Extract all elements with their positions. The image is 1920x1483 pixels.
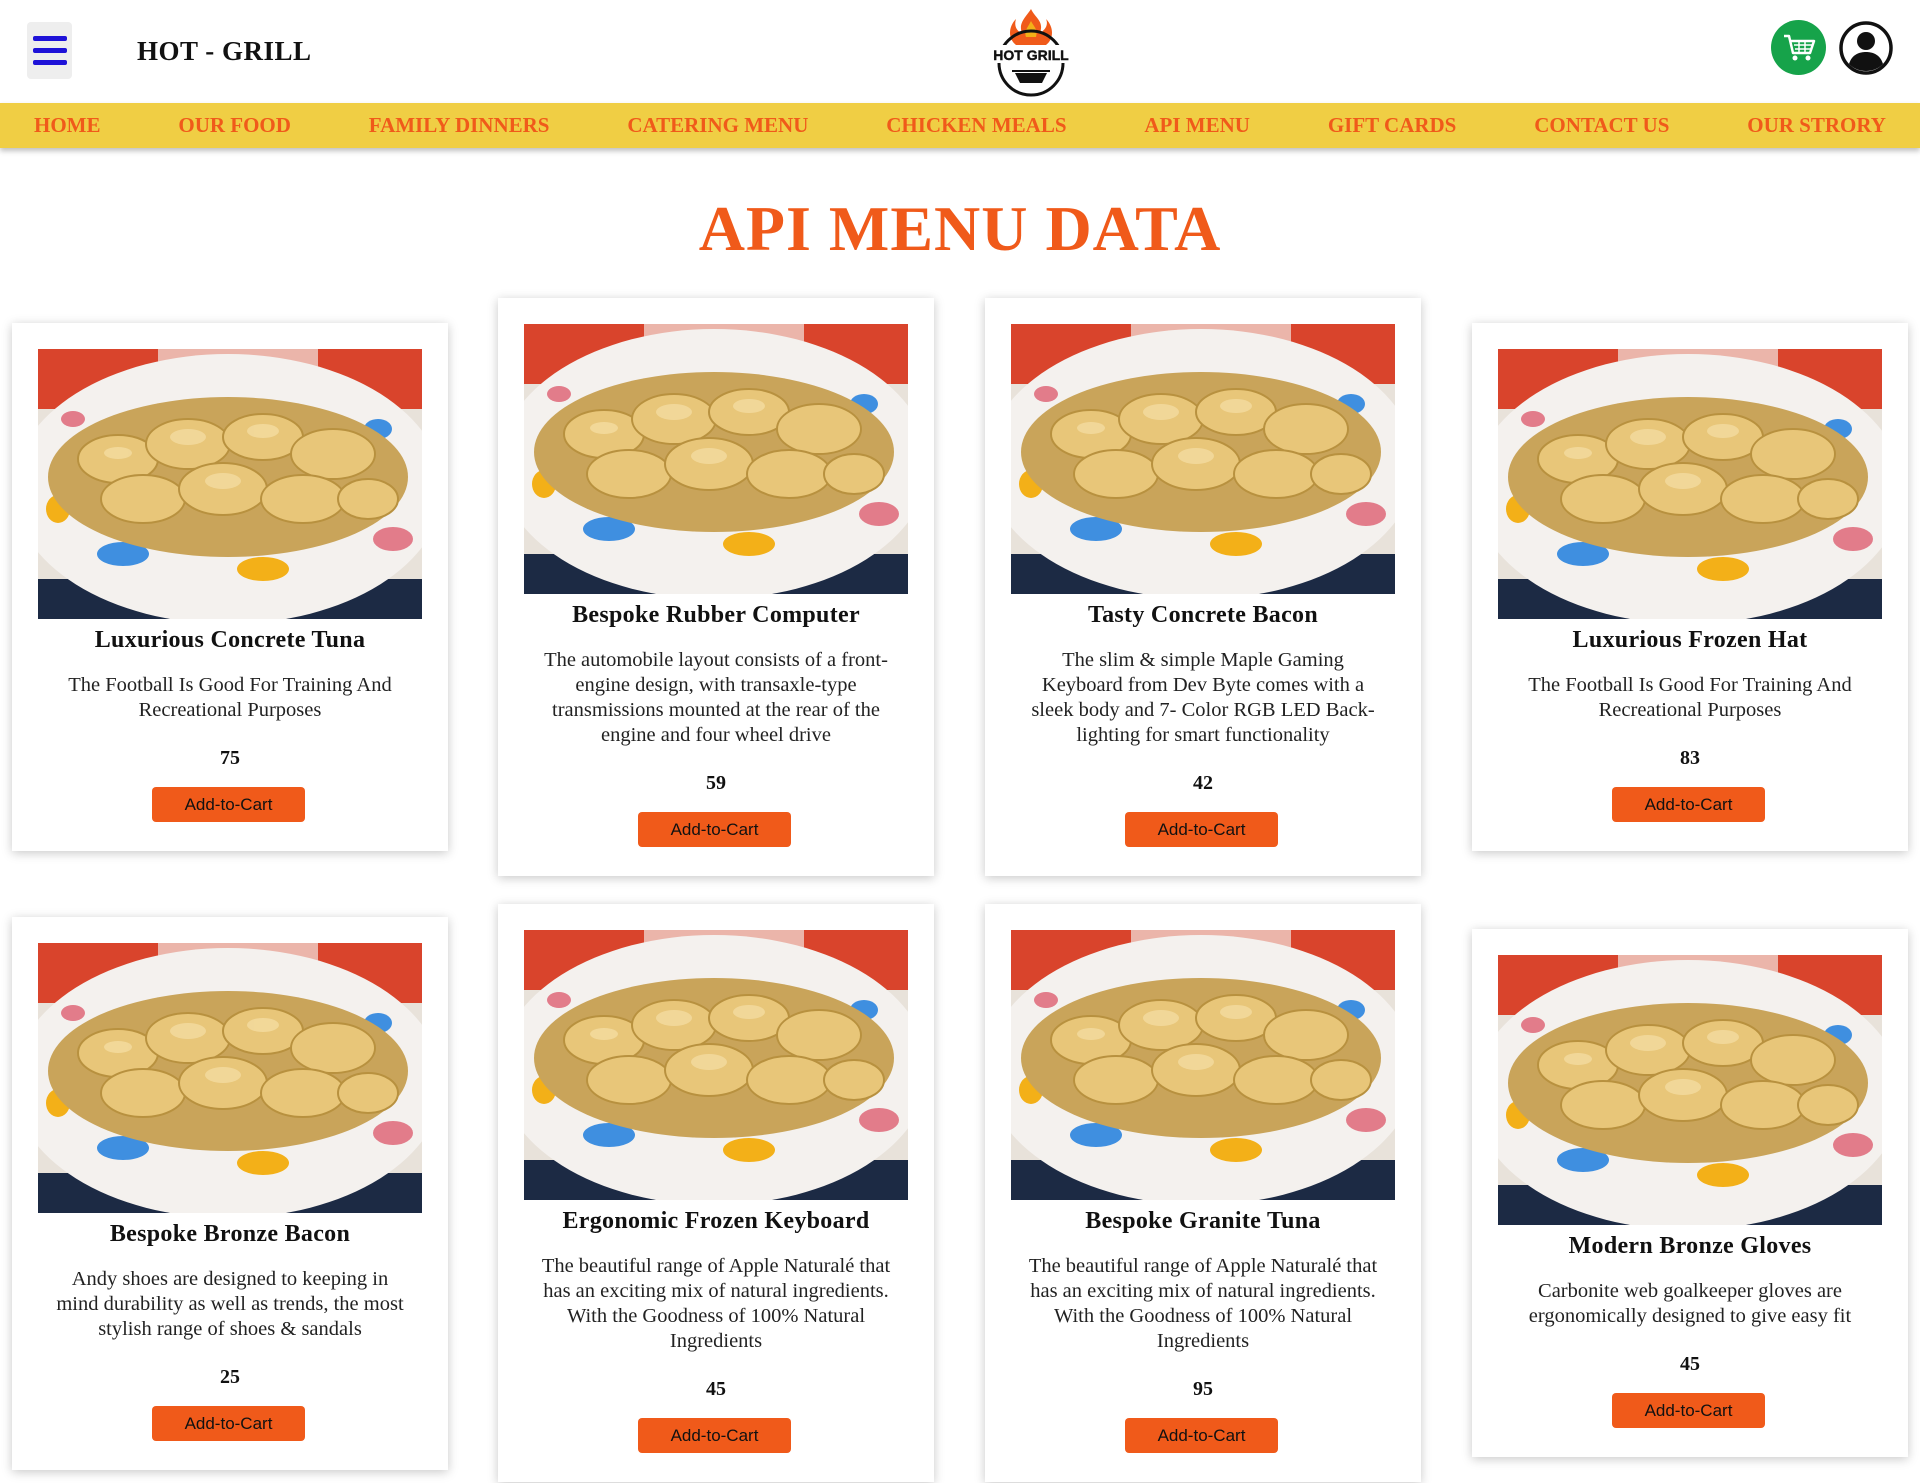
card-description: Andy shoes are designed to keeping in mi… [56, 1268, 404, 1340]
card-description: The automobile layout consists of a fron… [544, 649, 888, 746]
card-description: Carbonite web goalkeeper gloves are ergo… [1528, 1280, 1852, 1327]
card-price: 25 [220, 1366, 240, 1388]
food-image [1498, 349, 1882, 619]
card-title: Bespoke Rubber Computer [572, 602, 860, 628]
menu-card: Tasty Concrete Bacon The slim & simple M… [985, 298, 1421, 876]
add-to-cart-button[interactable]: Add-to-Cart [638, 812, 791, 847]
add-to-cart-button[interactable]: Add-to-Cart [1125, 812, 1278, 847]
card-description: The beautiful range of Apple Naturalé th… [1028, 1255, 1378, 1352]
menu-card: Bespoke Rubber Computer The automobile l… [498, 298, 934, 876]
card-title: Luxurious Concrete Tuna [94, 627, 366, 653]
nav-api-menu[interactable]: API MENU [1144, 113, 1250, 138]
menu-card: Ergonomic Frozen Keyboard The beautiful … [498, 904, 934, 1482]
menu-card: Luxurious Frozen Hat The Football Is Goo… [1472, 323, 1908, 851]
svg-text:HOT GRILL: HOT GRILL [993, 47, 1069, 63]
card-title: Luxurious Frozen Hat [1572, 627, 1808, 653]
page-title: API MENU DATA [698, 193, 1222, 264]
card-price: 42 [1193, 772, 1213, 794]
nav-our-food[interactable]: OUR FOOD [178, 113, 291, 138]
card-price: 59 [706, 772, 726, 794]
nav-catering-menu[interactable]: CATERING MENU [627, 113, 808, 138]
nav-family-dinners[interactable]: FAMILY DINNERS [369, 113, 550, 138]
card-price: 75 [220, 747, 240, 769]
card-price: 45 [706, 1378, 726, 1400]
food-image [524, 930, 908, 1200]
menu-card: Luxurious Concrete Tuna The Football Is … [12, 323, 448, 851]
food-image [1498, 955, 1882, 1225]
card-description: The Football Is Good For Training And Re… [1528, 674, 1852, 721]
add-to-cart-button[interactable]: Add-to-Cart [1612, 787, 1765, 822]
card-price: 95 [1193, 1378, 1213, 1400]
nav-home[interactable]: HOME [34, 113, 101, 138]
card-price: 83 [1680, 747, 1700, 769]
hot-grill-logo[interactable]: HOT GRILL [990, 5, 1072, 97]
food-image [38, 349, 422, 619]
card-title: Bespoke Bronze Bacon [109, 1221, 351, 1247]
nav-our-story[interactable]: OUR STRORY [1747, 113, 1886, 138]
card-description: The slim & simple Maple Gaming Keyboard … [1031, 649, 1375, 746]
card-title: Modern Bronze Gloves [1568, 1233, 1812, 1259]
food-image [524, 324, 908, 594]
add-to-cart-button[interactable]: Add-to-Cart [638, 1418, 791, 1453]
card-description: The beautiful range of Apple Naturalé th… [541, 1255, 891, 1352]
menu-card: Bespoke Bronze Bacon Andy shoes are desi… [12, 917, 448, 1470]
menu-card: Modern Bronze Gloves Carbonite web goalk… [1472, 929, 1908, 1457]
nav-contact-us[interactable]: CONTACT US [1534, 113, 1669, 138]
add-to-cart-button[interactable]: Add-to-Cart [1125, 1418, 1278, 1453]
main-nav: HOME OUR FOOD FAMILY DINNERS CATERING ME… [0, 103, 1920, 148]
hamburger-menu-icon[interactable] [27, 22, 72, 79]
card-price: 45 [1680, 1353, 1700, 1375]
food-image [1011, 930, 1395, 1200]
menu-card: Bespoke Granite Tuna The beautiful range… [985, 904, 1421, 1482]
food-image [1011, 324, 1395, 594]
nav-gift-cards[interactable]: GIFT CARDS [1328, 113, 1457, 138]
add-to-cart-button[interactable]: Add-to-Cart [152, 1406, 305, 1441]
nav-chicken-meals[interactable]: CHICKEN MEALS [886, 113, 1066, 138]
card-title: Bespoke Granite Tuna [1085, 1208, 1321, 1234]
user-account-icon[interactable] [1838, 20, 1894, 76]
card-description: The Football Is Good For Training And Re… [68, 674, 392, 721]
card-title: Tasty Concrete Bacon [1088, 602, 1318, 628]
card-title: Ergonomic Frozen Keyboard [562, 1208, 870, 1234]
site-header: HOT - GRILL HOT GRILL [0, 0, 1920, 103]
brand-name: HOT - GRILL [137, 36, 312, 66]
add-to-cart-button[interactable]: Add-to-Cart [1612, 1393, 1765, 1428]
add-to-cart-button[interactable]: Add-to-Cart [152, 787, 305, 822]
food-image [38, 943, 422, 1213]
cart-icon[interactable] [1771, 20, 1826, 75]
